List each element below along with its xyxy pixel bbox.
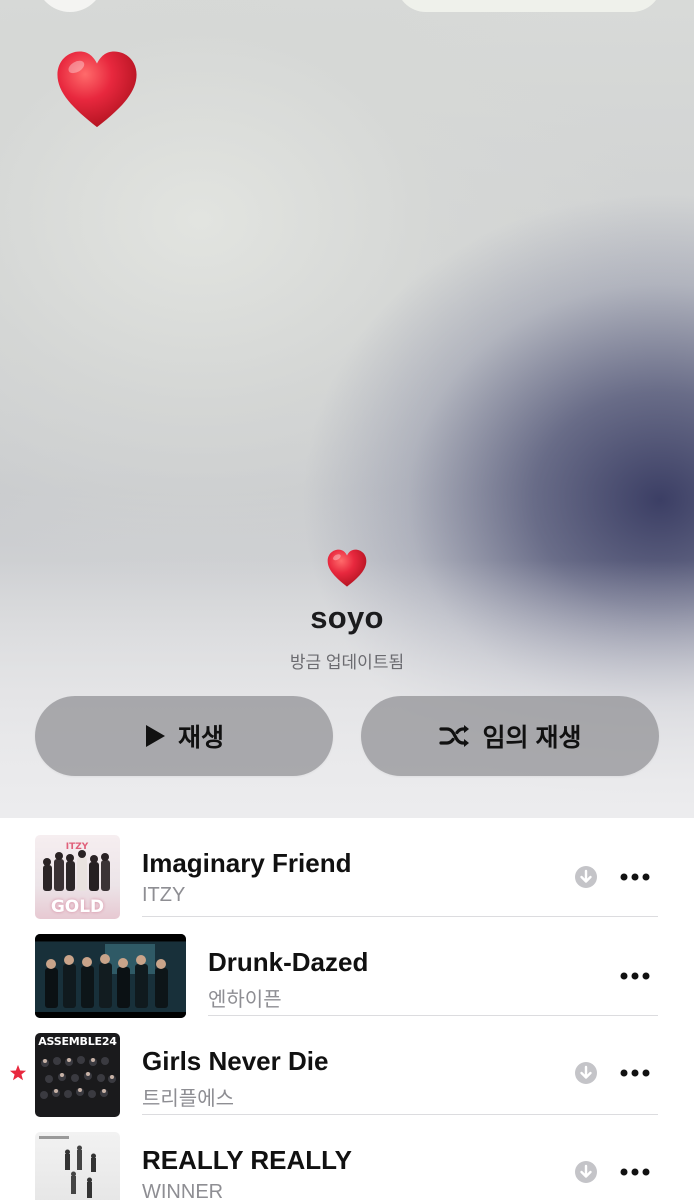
shuffle-button[interactable]: 임의 재생: [361, 696, 659, 776]
track-title: Girls Never Die: [142, 1046, 329, 1076]
track-row[interactable]: Drunk-Dazed 엔하이픈: [0, 917, 694, 1018]
ellipsis-icon[interactable]: [620, 1069, 650, 1077]
download-icon[interactable]: [575, 1161, 597, 1183]
svg-text:ITZY: ITZY: [66, 842, 89, 852]
track-title: Imaginary Friend: [142, 848, 352, 878]
track-artist: WINNER: [142, 1181, 224, 1200]
playlist-updated-status: 방금 업데이트됨: [289, 653, 405, 672]
star-icon: [9, 1064, 27, 1081]
download-icon[interactable]: [575, 866, 597, 888]
shuffle-button-label: 임의 재생: [482, 724, 582, 752]
video-image: [35, 934, 186, 1018]
ellipsis-icon[interactable]: [620, 873, 650, 881]
track-artist: ITZY: [142, 884, 186, 906]
album-artwork: ASSEMBLE24: [35, 1033, 120, 1117]
track-title: Drunk-Dazed: [208, 947, 369, 977]
artwork-image: [39, 1136, 96, 1198]
shuffle-icon: [438, 725, 469, 747]
track-list: ITZY GOLD Imaginary Friend ITZY Drunk-Da…: [0, 818, 694, 1200]
play-button[interactable]: 재생: [35, 696, 333, 776]
track-artist: 엔하이픈: [208, 989, 282, 1011]
heart-emoji-icon: [57, 51, 137, 128]
track-row[interactable]: REALLY REALLY WINNER: [0, 1115, 694, 1200]
track-row[interactable]: ASSEMBLE24 Girls Never Die 트리플에스: [0, 1016, 694, 1117]
album-artwork: [35, 1132, 120, 1200]
download-icon[interactable]: [575, 1062, 597, 1084]
track-row[interactable]: ITZY GOLD Imaginary Friend ITZY: [0, 818, 694, 919]
album-artwork: ITZY GOLD: [35, 835, 120, 919]
artwork-image: [40, 1056, 116, 1099]
play-button-label: 재생: [177, 724, 224, 752]
playlist-screen: soyo 방금 업데이트됨 재생 임의 재생 ITZY GOLD Imagina…: [0, 0, 694, 1200]
artwork-fade: [0, 560, 694, 818]
play-icon: [145, 725, 165, 747]
ellipsis-icon[interactable]: [620, 972, 650, 980]
track-artist: 트리플에스: [142, 1088, 234, 1110]
playlist-title: soyo: [310, 600, 384, 635]
artwork-text: GOLD: [50, 897, 105, 917]
playlist-heart-icon: [327, 549, 367, 587]
top-actions-pill[interactable]: [396, 0, 662, 12]
ellipsis-icon[interactable]: [620, 1168, 650, 1176]
track-title: REALLY REALLY: [142, 1145, 352, 1175]
music-video-thumbnail: [35, 934, 186, 1018]
